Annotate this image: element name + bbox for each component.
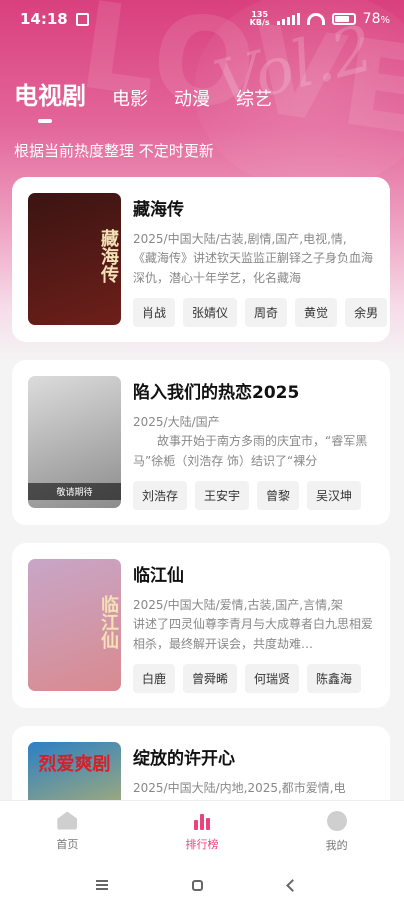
nav-ranking[interactable]: 排行榜 xyxy=(135,801,270,862)
actor-chip[interactable]: 余男 xyxy=(345,298,388,327)
item-title: 绽放的许开心 xyxy=(133,749,235,769)
network-speed-unit: KB/s xyxy=(249,18,270,27)
actor-chip[interactable]: 刘浩存 xyxy=(133,481,188,510)
item-meta: 2025/中国大陆/古装,剧情,国产,电视,情, xyxy=(133,232,347,246)
recent-apps-button[interactable] xyxy=(96,880,116,890)
actor-list: 肖战 张婧仪 周奇 黄觉 余男 xyxy=(133,298,388,327)
poster-tag: 敬请期待 xyxy=(28,483,121,500)
profile-icon xyxy=(326,810,347,831)
item-description: 讲述了四灵仙尊李青月与大成尊者白九思相爱相杀，最终解开误会，共度劫难… xyxy=(133,617,374,651)
tab-variety[interactable]: 综艺 xyxy=(236,85,272,111)
signal-icon xyxy=(276,13,300,25)
actor-list: 刘浩存 王安宇 曾黎 吴汉坤 xyxy=(133,481,374,510)
tab-tv-series[interactable]: 电视剧 xyxy=(14,76,86,123)
actor-chip[interactable]: 王安宇 xyxy=(195,481,250,510)
actor-chip[interactable]: 黄觉 xyxy=(295,298,338,327)
item-description: 《藏海传》讲述钦天监监正蒯铎之子身负血海深仇，潜心十年学艺，化名藏海 xyxy=(133,251,374,285)
category-tabs: 电视剧 电影 动漫 综艺 xyxy=(14,76,272,123)
tab-anime[interactable]: 动漫 xyxy=(174,85,210,111)
system-navigation-bar xyxy=(0,862,404,908)
ranking-subtitle: 根据当前热度整理 不定时更新 xyxy=(14,142,214,160)
item-meta: 2025/中国大陆/内地,2025,都市爱情,电 xyxy=(133,781,346,795)
ranking-card[interactable]: 临江仙 临江仙 2025/中国大陆/爱情,古装,国产,言情,架讲述了四灵仙尊李青月与… xyxy=(12,543,390,708)
actor-list: 白鹿 曾舜晞 何瑞贤 陈鑫海 xyxy=(133,664,374,693)
ranking-card[interactable]: 藏海传 藏海传 2025/中国大陆/古装,剧情,国产,电视,情, 《藏海传》讲述钦天监… xyxy=(12,177,390,342)
battery-percent: 78% xyxy=(362,11,390,27)
actor-chip[interactable]: 张婧仪 xyxy=(183,298,238,327)
poster-title-art: 临江仙 xyxy=(98,595,119,649)
actor-chip[interactable]: 肖战 xyxy=(133,298,176,327)
nav-home[interactable]: 首页 xyxy=(0,801,135,862)
nav-profile[interactable]: 我的 xyxy=(269,801,404,862)
poster-image: 敬请期待 xyxy=(28,376,121,508)
square-icon xyxy=(192,879,203,891)
actor-chip[interactable]: 曾舜晞 xyxy=(183,664,238,693)
ranking-icon xyxy=(192,812,212,830)
nav-home-label: 首页 xyxy=(56,837,79,851)
notification-icon xyxy=(75,12,89,26)
status-time: 14:18 xyxy=(20,10,68,28)
poster-title-art: 烈爱爽剧 xyxy=(38,754,111,775)
item-title: 陷入我们的热恋2025 xyxy=(133,383,300,403)
back-icon xyxy=(286,878,299,892)
menu-icon xyxy=(96,880,108,890)
nav-ranking-label: 排行榜 xyxy=(185,837,219,851)
status-bar: 14:18 135 KB/s 78% xyxy=(0,0,404,38)
item-title: 藏海传 xyxy=(133,200,184,220)
card-info: 临江仙 2025/中国大陆/爱情,古装,国产,言情,架讲述了四灵仙尊李青月与大成尊… xyxy=(133,559,374,693)
tab-movies[interactable]: 电影 xyxy=(112,85,148,111)
ranking-list: 藏海传 藏海传 2025/中国大陆/古装,剧情,国产,电视,情, 《藏海传》讲述钦天监… xyxy=(12,177,390,908)
home-button[interactable] xyxy=(192,879,212,891)
actor-chip[interactable]: 吴汉坤 xyxy=(307,481,362,510)
item-meta: 2025/大陆/国产 xyxy=(133,415,220,429)
nav-profile-label: 我的 xyxy=(325,838,348,852)
back-button[interactable] xyxy=(286,878,308,892)
battery-icon xyxy=(331,13,356,25)
network-speed: 135 KB/s xyxy=(250,11,270,27)
actor-chip[interactable]: 白鹿 xyxy=(133,664,176,693)
home-icon xyxy=(57,811,78,830)
actor-chip[interactable]: 何瑞贤 xyxy=(245,664,300,693)
card-info: 藏海传 2025/中国大陆/古装,剧情,国产,电视,情, 《藏海传》讲述钦天监监正蒯… xyxy=(133,193,388,327)
ranking-card[interactable]: 敬请期待 陷入我们的热恋2025 2025/大陆/国产 故事开始于南方多雨的庆宜市，… xyxy=(12,360,390,525)
item-meta: 2025/中国大陆/爱情,古装,国产,言情,架 xyxy=(133,598,343,612)
actor-chip[interactable]: 周奇 xyxy=(245,298,288,327)
item-title: 临江仙 xyxy=(133,566,184,586)
poster-title-art: 藏海传 xyxy=(98,229,119,283)
bottom-navigation: 首页 排行榜 我的 xyxy=(0,800,404,862)
actor-chip[interactable]: 陈鑫海 xyxy=(307,664,362,693)
poster-image: 临江仙 xyxy=(28,559,121,691)
card-info: 陷入我们的热恋2025 2025/大陆/国产 故事开始于南方多雨的庆宜市，“睿军黑… xyxy=(133,376,374,510)
item-description: 故事开始于南方多雨的庆宜市，“睿军黑马”徐栀（刘浩存 饰）结识了“裸分 xyxy=(133,434,368,468)
actor-chip[interactable]: 曾黎 xyxy=(257,481,300,510)
poster-image: 藏海传 xyxy=(28,193,121,325)
wifi-icon xyxy=(306,13,325,25)
